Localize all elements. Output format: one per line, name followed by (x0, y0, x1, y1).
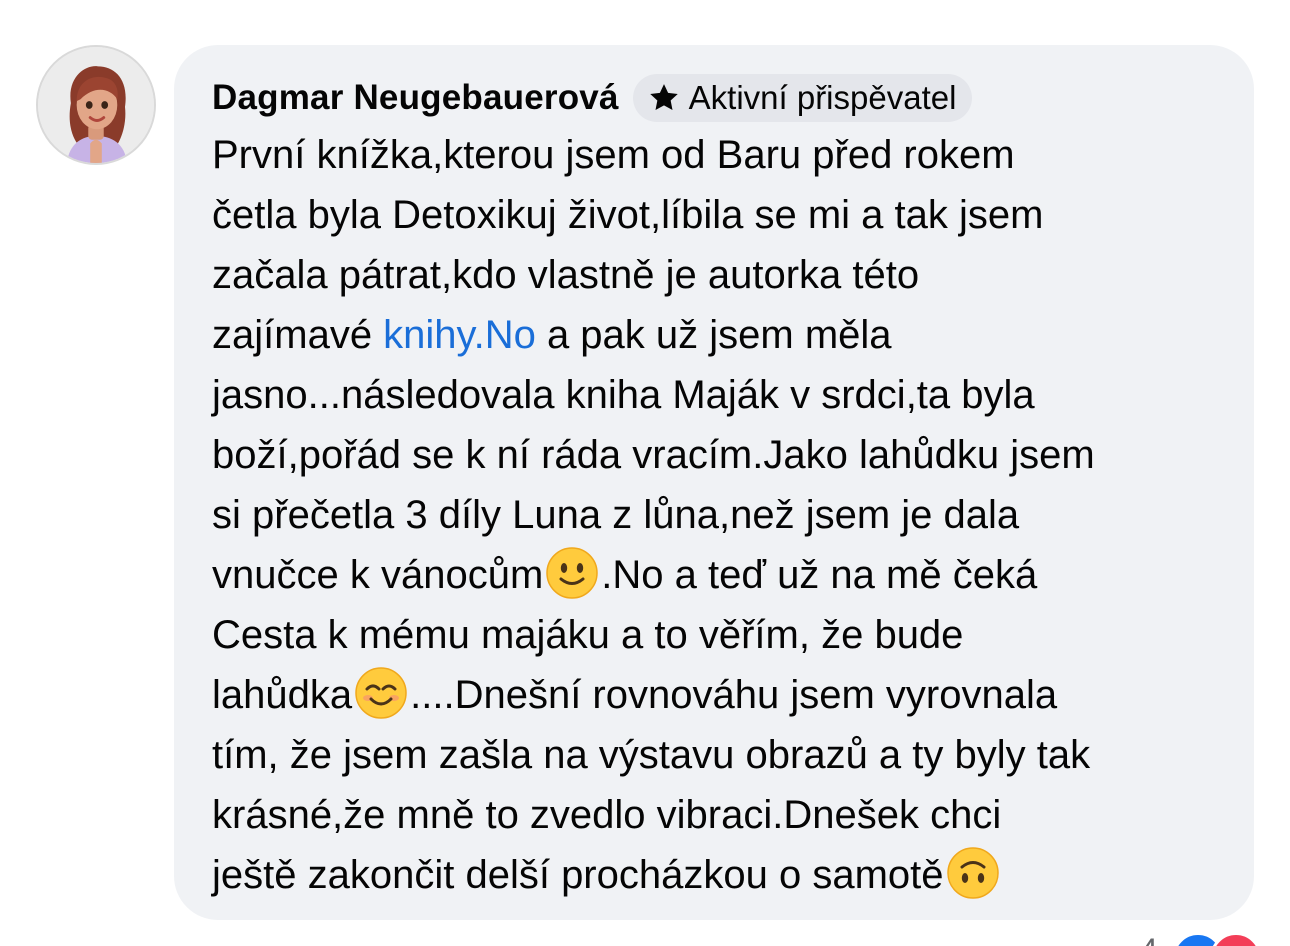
slightly-smiling-face-icon (545, 546, 599, 600)
love-icon[interactable] (1210, 932, 1262, 946)
comment-bubble: Dagmar Neugebauerová Aktivní přispěvatel… (174, 45, 1254, 920)
reaction-count[interactable]: 4 (1140, 932, 1158, 946)
line-text: vnučce k vánocům (212, 553, 544, 597)
comment-line: boží,pořád se k ní ráda vracím.Jako lahů… (212, 433, 1095, 477)
comment-footer: 4 (210, 930, 1290, 946)
upside-down-face-icon (946, 846, 1000, 900)
comment-line: si přečetla 3 díly Luna z lůna,než jsem … (212, 493, 1020, 537)
line-text: lahůdka (212, 673, 353, 717)
comment-view: Dagmar Neugebauerová Aktivní přispěvatel… (0, 0, 1290, 946)
star-icon (647, 81, 681, 115)
badge-label: Aktivní přispěvatel (688, 79, 957, 116)
comment-line: začala pátrat,kdo vlastně je autorka tét… (212, 253, 920, 297)
comment-line: tím, že jsem zašla na výstavu obrazů a t… (212, 733, 1091, 777)
line-text: a pak už jsem měla (535, 313, 892, 357)
line-text: zajímavé (212, 313, 384, 357)
comment-text: První knížka,kterou jsem od Baru před ro… (212, 125, 1242, 905)
line-text: .No a teď už na mě čeká (601, 553, 1038, 597)
smiling-face-with-smiling-eyes-icon (354, 666, 408, 720)
comment-line: ještě zakončit delší procházkou o samotě (212, 845, 1242, 905)
contributor-badge[interactable]: Aktivní přispěvatel (632, 74, 973, 122)
author-name[interactable]: Dagmar Neugebauerová (212, 78, 619, 118)
comment-line: Cesta k mému majáku a to věřím, že bude (212, 613, 964, 657)
comment-line: První knížka,kterou jsem od Baru před ro… (212, 133, 1015, 177)
avatar[interactable] (36, 45, 156, 165)
hashtag-link[interactable]: knihy.No (383, 313, 536, 357)
avatar-memoji-icon (38, 47, 154, 163)
comment-line: lahůdka ....Dnešní rovnováhu jsem vyrovna… (212, 665, 1242, 725)
comment-line: krásné,že mně to zvedlo vibraci.Dnešek c… (212, 793, 1002, 837)
comment-line: jasno...následovala kniha Maják v srdci,… (212, 373, 1035, 417)
comment-line: zajímavé knihy.No a pak už jsem měla (212, 305, 1242, 365)
comment-header: Dagmar Neugebauerová Aktivní přispěvatel (212, 73, 973, 123)
comment-line: vnučce k vánocům .No a teď už na mě čeká (212, 545, 1242, 605)
line-text: ještě zakončit delší procházkou o samotě (212, 853, 944, 897)
comment-line: četla byla Detoxikuj život,líbila se mi … (212, 193, 1044, 237)
line-text: ....Dnešní rovnováhu jsem vyrovnala (410, 673, 1058, 717)
